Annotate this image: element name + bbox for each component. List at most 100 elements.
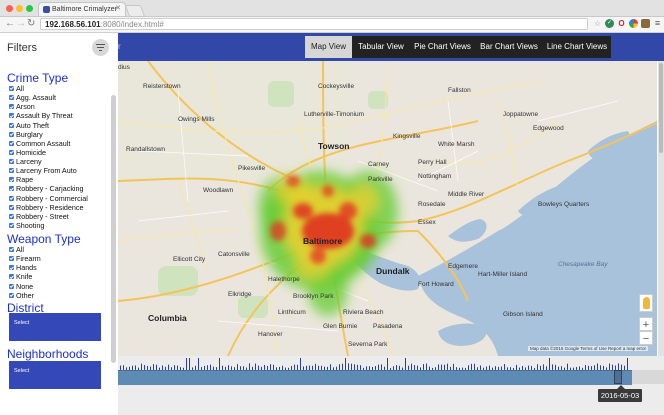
checkbox-checked-icon[interactable] <box>9 104 14 110</box>
crime_type-checkbox-item[interactable]: All <box>9 84 88 93</box>
district-select[interactable]: Select <box>9 313 101 341</box>
checkbox-checked-icon[interactable] <box>9 159 14 164</box>
checkbox-checked-icon[interactable] <box>9 195 14 201</box>
map-attribution[interactable]: Map data ©2016 Google Terms of Use Repor… <box>528 346 649 351</box>
opera-extension-icon[interactable]: O <box>617 19 626 28</box>
checkbox-checked-icon[interactable] <box>9 292 14 298</box>
map-label: dius <box>118 64 130 71</box>
address-bar[interactable]: 192.168.56.101:8080/index.html# <box>40 18 588 30</box>
maximize-window-icon[interactable] <box>26 5 33 12</box>
crime_type-checkbox-item[interactable]: Rape <box>9 175 88 184</box>
extension-icon[interactable] <box>641 19 650 28</box>
tab-bar-chart-views[interactable]: Bar Chart Views <box>476 36 542 58</box>
bookmark-star-icon[interactable]: ☆ <box>593 19 602 28</box>
crime_type-checkbox-item[interactable]: Homicide <box>9 148 88 157</box>
tab-tabular-view[interactable]: Tabular View <box>353 36 409 58</box>
crime_type-checkbox-item[interactable]: Arson <box>9 102 88 111</box>
crime_type-checkbox-label: All <box>16 84 24 93</box>
crime_type-checkbox-label: Rape <box>16 175 34 185</box>
timeline-handle[interactable] <box>614 370 622 384</box>
checkbox-checked-icon[interactable] <box>9 140 14 146</box>
street-view-pegman-icon[interactable] <box>639 294 653 312</box>
weapon_type-checkbox-item[interactable]: All <box>9 245 41 254</box>
crime_type-checkbox-item[interactable]: Larceny <box>9 157 88 166</box>
checkbox-checked-icon[interactable] <box>9 122 14 128</box>
extension-check-icon[interactable]: ✓ <box>605 19 614 28</box>
filter-icon-line <box>99 50 102 51</box>
crime_type-checkbox-item[interactable]: Robbery - Commercial <box>9 194 88 203</box>
checkbox-checked-icon[interactable] <box>9 256 14 262</box>
weapon_type-checkbox-item[interactable]: Knife <box>9 272 41 281</box>
tab-pie-chart-views[interactable]: Pie Chart Views <box>410 36 475 58</box>
reload-icon[interactable]: ↻ <box>27 18 35 30</box>
map-label: Halethorpe <box>268 276 300 283</box>
map-label: Joppatowne <box>503 111 539 118</box>
filter-toggle-button[interactable] <box>92 39 109 56</box>
checkbox-checked-icon[interactable] <box>9 274 14 280</box>
map-label: White Marsh <box>438 141 475 148</box>
map-label: Edgemere <box>448 263 478 270</box>
map-scrollbar[interactable] <box>658 61 664 356</box>
crime_type-checkbox-item[interactable]: Robbery - Carjacking <box>9 184 88 193</box>
crime_type-checkbox-item[interactable]: Larceny From Auto <box>9 166 88 175</box>
zoom-in-button[interactable]: + <box>639 317 653 331</box>
neighborhoods-select[interactable]: Select <box>9 361 101 389</box>
crime_type-checkbox-item[interactable]: Burglary <box>9 130 88 139</box>
crime_type-checkbox-label: Arson <box>16 102 35 112</box>
browser-tab[interactable]: Baltimore Crimalyzer ✕ <box>38 2 126 16</box>
crime_type-checkbox-item[interactable]: Assault By Threat <box>9 111 88 120</box>
map-label: Pasadena <box>373 323 403 330</box>
checkbox-checked-icon[interactable] <box>9 149 14 155</box>
checkbox-checked-icon[interactable] <box>9 186 14 192</box>
zoom-out-button[interactable]: − <box>639 331 653 345</box>
new-tab-button[interactable] <box>124 5 146 17</box>
map-label: Fallston <box>448 87 471 94</box>
weapon_type-checkbox-label: Other <box>16 290 34 300</box>
forward-arrow-icon[interactable]: → <box>16 18 26 30</box>
map-scrollbar-thumb[interactable] <box>659 63 663 153</box>
sidebar-scrollbar[interactable] <box>111 95 116 363</box>
minimize-window-icon[interactable] <box>16 5 23 12</box>
crime_type-checkbox-item[interactable]: Agg. Assault <box>9 93 88 102</box>
back-arrow-icon[interactable]: ← <box>5 18 15 30</box>
crime-heat-map[interactable]: dius Reisterstown Cockeysville Fallston … <box>118 61 657 356</box>
checkbox-checked-icon[interactable] <box>9 247 14 252</box>
timeline-brush[interactable]: 2016-05-03 <box>118 356 664 415</box>
timeline-selected-range[interactable] <box>118 370 632 385</box>
checkbox-checked-icon[interactable] <box>9 86 14 91</box>
timeline-unselected-range[interactable] <box>632 370 664 384</box>
checkbox-checked-icon[interactable] <box>9 95 14 101</box>
checkbox-checked-icon[interactable] <box>9 168 14 174</box>
weapon_type-checkbox-item[interactable]: None <box>9 282 41 291</box>
colorful-extension-icon[interactable] <box>629 19 638 28</box>
map-label: Glen Burnie <box>323 323 358 330</box>
close-window-icon[interactable] <box>6 5 13 12</box>
checkbox-checked-icon[interactable] <box>9 177 14 183</box>
weapon_type-checkbox-item[interactable]: Other <box>9 291 41 300</box>
weapon_type-checkbox-item[interactable]: Hands <box>9 263 41 272</box>
weapon_type-checkbox-item[interactable]: Firearm <box>9 254 41 263</box>
map-label: Pikesville <box>238 165 266 172</box>
neighborhoods-heading: Neighborhoods <box>7 347 89 361</box>
checkbox-checked-icon[interactable] <box>9 204 14 210</box>
checkbox-checked-icon[interactable] <box>9 131 14 137</box>
checkbox-checked-icon[interactable] <box>9 283 14 289</box>
timeline-bar <box>189 358 190 370</box>
menu-icon[interactable]: ≡ <box>653 19 662 28</box>
close-tab-icon[interactable]: ✕ <box>115 4 121 12</box>
checkbox-checked-icon[interactable] <box>9 265 14 271</box>
crime_type-checkbox-item[interactable]: Common Assault <box>9 139 88 148</box>
tab-map-view[interactable]: Map View <box>305 36 352 58</box>
browser-tab-bar: Baltimore Crimalyzer ✕ <box>0 0 664 17</box>
crime_type-checkbox-item[interactable]: Shooting <box>9 221 88 230</box>
crime_type-checkbox-item[interactable]: Robbery - Residence <box>9 203 88 212</box>
crime_type-checkbox-label: Burglary <box>16 129 43 139</box>
map-label: Woodlawn <box>203 187 234 194</box>
checkbox-checked-icon[interactable] <box>9 113 14 119</box>
crime_type-checkbox-label: Homicide <box>16 147 46 157</box>
crime_type-checkbox-item[interactable]: Robbery - Street <box>9 212 88 221</box>
tab-line-chart-views[interactable]: Line Chart Views <box>543 36 611 58</box>
checkbox-checked-icon[interactable] <box>9 213 14 219</box>
checkbox-checked-icon[interactable] <box>9 222 14 228</box>
crime_type-checkbox-item[interactable]: Auto Theft <box>9 121 88 130</box>
